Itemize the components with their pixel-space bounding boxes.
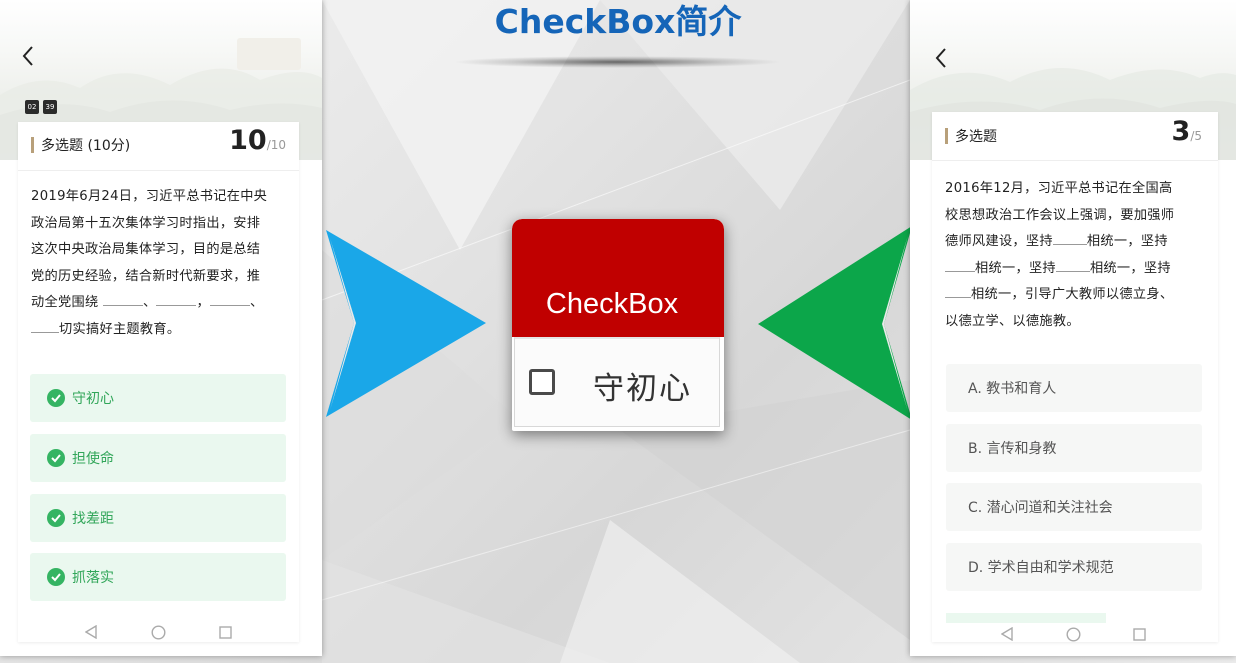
question-line: 政治局第十五次集体学习时指出，安排 bbox=[31, 215, 261, 231]
question-line: 动全党围绕 、，、 bbox=[31, 290, 293, 317]
answer-blank bbox=[102, 291, 143, 306]
question-type-marker bbox=[945, 128, 948, 144]
option-label: B. 言传和身教 bbox=[968, 441, 1057, 457]
question-line: 党的历史经验，结合新时代新要求，推 bbox=[31, 268, 261, 284]
check-circle-icon bbox=[47, 568, 65, 586]
question-line: 2019年6月24日，习近平总书记在中央 bbox=[31, 189, 268, 204]
widget-header: CheckBox bbox=[512, 219, 724, 337]
chevron-left-icon[interactable] bbox=[934, 47, 950, 69]
option-item[interactable]: 担使命 bbox=[30, 434, 286, 482]
chevron-left-icon[interactable] bbox=[21, 45, 37, 67]
checkbox[interactable] bbox=[529, 369, 555, 395]
question-counter: 3/5 bbox=[1140, 116, 1202, 147]
question-type: 多选题 bbox=[955, 129, 997, 145]
option-label: 抓落实 bbox=[72, 570, 114, 586]
answer-blank bbox=[31, 318, 59, 333]
option-label: A. 教书和育人 bbox=[968, 381, 1057, 397]
title-underline-shadow bbox=[452, 56, 782, 68]
timer-seconds: 39 bbox=[43, 100, 57, 114]
timer-minutes: 02 bbox=[25, 100, 39, 114]
nav-home-icon[interactable] bbox=[1066, 627, 1081, 642]
nav-back-icon[interactable] bbox=[1001, 627, 1013, 641]
question-type: 多选题 (10分) bbox=[41, 138, 131, 154]
question-total: /5 bbox=[1190, 129, 1202, 143]
nav-home-icon[interactable] bbox=[151, 625, 166, 640]
question-line: 相统一，坚持 相统一，坚持 bbox=[945, 256, 1215, 283]
option-item[interactable]: A. 教书和育人 bbox=[946, 364, 1202, 412]
question-line: 德师风建设，坚持 相统一，坚持 bbox=[945, 229, 1215, 256]
check-circle-icon bbox=[47, 389, 65, 407]
question-header: 多选题 (10分) bbox=[31, 135, 130, 155]
question-counter: 10/10 bbox=[200, 125, 286, 156]
checkbox-label: 守初心 bbox=[593, 371, 692, 407]
header-divider bbox=[932, 160, 1218, 161]
question-text: 2019年6月24日，习近平总书记在中央 政治局第十五次集体学习时指出，安排 这… bbox=[31, 184, 293, 343]
option-item-partial bbox=[946, 613, 1106, 623]
question-line: 这次中央政治局集体学习，目的是总结 bbox=[31, 242, 261, 257]
option-label: 守初心 bbox=[72, 391, 114, 407]
question-line: 相统一，引导广大教师以德立身、 bbox=[945, 282, 1215, 309]
header-divider bbox=[18, 170, 299, 171]
checkbox-demo-widget: CheckBox 守初心 bbox=[512, 219, 724, 431]
option-item[interactable]: 抓落实 bbox=[30, 553, 286, 601]
check-circle-icon bbox=[47, 509, 65, 527]
option-item[interactable]: B. 言传和身教 bbox=[946, 424, 1202, 472]
countdown-timer: 02 39 bbox=[25, 100, 57, 114]
widget-title: CheckBox bbox=[545, 288, 679, 320]
option-item[interactable]: 找差距 bbox=[30, 494, 286, 542]
answer-blank bbox=[945, 257, 975, 272]
question-line: 以德立学、以德施教。 bbox=[945, 313, 1080, 329]
answer-blank bbox=[156, 291, 197, 306]
option-item[interactable]: D. 学术自由和学术规范 bbox=[946, 543, 1202, 591]
option-label: 找差距 bbox=[72, 511, 114, 527]
question-line: 切实搞好主题教育。 bbox=[31, 317, 293, 344]
nav-recents-icon[interactable] bbox=[219, 626, 232, 639]
question-line: 2016年12月，习近平总书记在全国高 bbox=[945, 181, 1173, 196]
submit-button[interactable] bbox=[237, 38, 301, 70]
option-label: C. 潜心问道和关注社会 bbox=[968, 500, 1113, 516]
answer-blank bbox=[1055, 257, 1090, 272]
question-text: 2016年12月，习近平总书记在全国高 校思想政治工作会议上强调，要加强师 德师… bbox=[945, 176, 1215, 335]
check-circle-icon bbox=[47, 449, 65, 467]
option-label: 担使命 bbox=[72, 451, 114, 467]
answer-blank bbox=[209, 291, 250, 306]
answer-blank bbox=[945, 283, 971, 298]
question-total: /10 bbox=[266, 138, 286, 152]
question-number: 3 bbox=[1171, 116, 1191, 147]
question-line: 校思想政治工作会议上强调，要加强师 bbox=[945, 207, 1175, 223]
system-nav-bar bbox=[0, 610, 322, 654]
option-item[interactable]: 守初心 bbox=[30, 374, 286, 422]
option-label: D. 学术自由和学术规范 bbox=[968, 560, 1114, 576]
option-item[interactable]: C. 潜心问道和关注社会 bbox=[946, 483, 1202, 531]
question-type-marker bbox=[31, 137, 34, 153]
question-header: 多选题 bbox=[945, 126, 997, 146]
answer-blank bbox=[1052, 230, 1087, 245]
chevron-left-arrow-icon bbox=[758, 226, 912, 420]
question-number: 10 bbox=[229, 125, 267, 156]
nav-recents-icon[interactable] bbox=[1133, 628, 1146, 641]
chevron-right-arrow-icon bbox=[326, 230, 486, 417]
nav-back-icon[interactable] bbox=[85, 625, 97, 639]
checkbox-row[interactable]: 守初心 bbox=[514, 337, 720, 427]
